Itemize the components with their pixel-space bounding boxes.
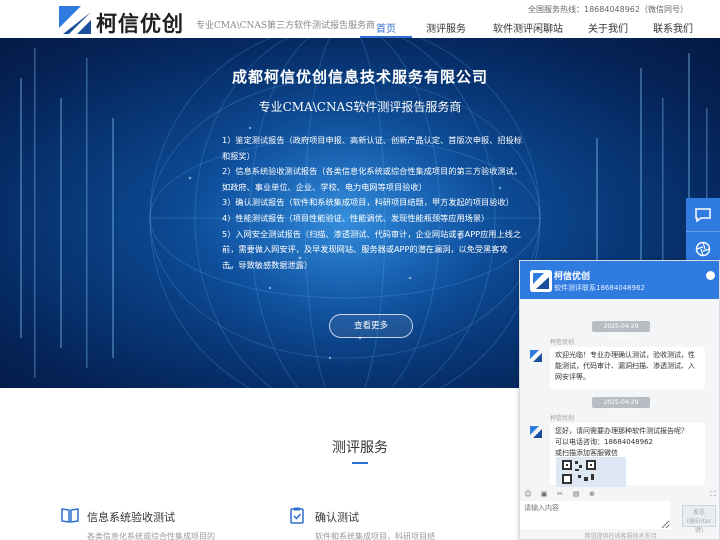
hero-list-item: 4）性能测试报告（项目性能验证、性能调优、发现性能瓶颈等应用场景） — [222, 212, 490, 223]
book-icon — [61, 508, 79, 523]
nav-testing-services[interactable]: 测评服务 — [412, 20, 480, 38]
service-card-name: 确认测试 — [315, 511, 359, 524]
chat-message: 欢迎光临！专业办理确认测试，验收测试，性能测试，代码审计、漏洞扫描、渗透测试、入… — [550, 347, 705, 389]
chat-close-button[interactable] — [706, 271, 715, 280]
nav-home[interactable]: 首页 — [360, 20, 412, 38]
service-card-name: 信息系统验收测试 — [87, 511, 175, 524]
file-icon[interactable]: ▤ — [568, 490, 584, 498]
message-sender: 柯信优创 — [550, 339, 575, 346]
message-timestamp: 2025-04-29 16:24:42 — [592, 397, 650, 417]
message-sender: 柯信优创 — [550, 415, 575, 422]
hero-subtitle: 专业CMA\CNAS软件测评报告服务商 — [258, 100, 462, 114]
chat-send-button[interactable]: 发送 (按Enter键) — [682, 505, 716, 534]
brand-name[interactable]: 柯信优创 — [96, 8, 184, 38]
service-hotline: 全国服务热线：18684048962（微信同号） — [528, 5, 688, 14]
agent-avatar — [530, 270, 552, 292]
chat-bubble-icon — [695, 207, 711, 222]
chat-agent-name: 柯信优创 — [554, 272, 591, 282]
emoji-icon[interactable]: ☺ — [520, 490, 536, 498]
hero-list-item: 1）鉴定测试报告（政府项目申报、高新认证、创新产品认定、首版次申报、招投标和报奖… — [222, 135, 522, 161]
view-more-button[interactable]: 查看更多 — [329, 314, 413, 338]
scissors-icon[interactable]: ✂ — [552, 490, 568, 498]
chat-widget: 柯信优创 软件测评联系18684048962 2025-04-29 16:24:… — [519, 260, 720, 540]
image-icon[interactable]: ▣ — [536, 490, 552, 498]
service-card-desc: 软件和系统集成项目，科研项目结 — [315, 532, 435, 540]
nav-contact[interactable]: 联系我们 — [640, 20, 706, 38]
chat-header: 柯信优创 软件测评联系18684048962 — [520, 261, 719, 299]
online-chat-button[interactable] — [686, 198, 720, 232]
nav-about[interactable]: 关于我们 — [576, 20, 640, 38]
wechat-qr-code — [556, 457, 626, 487]
service-card-desc: 各类信息化系统或综合性集成项目的 — [87, 532, 215, 540]
globe-icon[interactable]: ⊕ — [584, 490, 600, 498]
send-label: 发送 — [692, 509, 705, 516]
site-header: 柯信优创 专业CMA\CNAS第三方软件测试报告服务商 全国服务热线：18684… — [0, 0, 720, 38]
chat-agent-subtitle: 软件测评联系18684048962 — [554, 284, 645, 292]
floating-side-toolbar — [686, 198, 720, 266]
chat-powered-by: 简语提供在线客服技术支持 — [584, 533, 657, 540]
main-nav: 首页 测评服务 软件测评闲聊站 关于我们 联系我们 — [360, 20, 706, 38]
chat-toolbar: ☺ ▣ ✂ ▤ ⊕ ⛶ — [520, 487, 719, 501]
message-timestamp: 2025-04-29 16:24:42 — [592, 321, 650, 341]
clipboard-check-icon — [290, 507, 304, 524]
brand-slogan: 专业CMA\CNAS第三方软件测试报告服务商 — [196, 21, 376, 31]
section-divider — [352, 462, 368, 464]
hero-list-item: 5）入网安全测试报告（扫描、渗透测试、代码审计，企业网站或者APP应用上线之前，… — [222, 228, 522, 270]
agent-logo-icon — [530, 426, 542, 438]
company-logo-icon[interactable] — [59, 6, 91, 34]
hero-service-list: 1）鉴定测试报告（政府项目申报、高新认证、创新产品认定、首版次申报、招投标和报奖… — [222, 133, 522, 273]
expand-icon[interactable]: ⛶ — [705, 490, 719, 499]
nav-forum[interactable]: 软件测评闲聊站 — [480, 20, 576, 38]
hero-title: 成都柯信优创信息技术服务有限公司 — [231, 68, 488, 86]
hero-list-item: 3）确认测试报告（软件和系统集成项目，科研项目结题，甲方发起的项目验收） — [222, 197, 514, 208]
agent-logo-icon — [530, 350, 542, 362]
chat-message-input[interactable] — [520, 501, 670, 529]
hero-list-item: 2）信息系统验收测试报告（各类信息化系统或综合性集成项目的第三方验收测试，如政府… — [222, 166, 522, 192]
aperture-icon — [695, 241, 711, 256]
